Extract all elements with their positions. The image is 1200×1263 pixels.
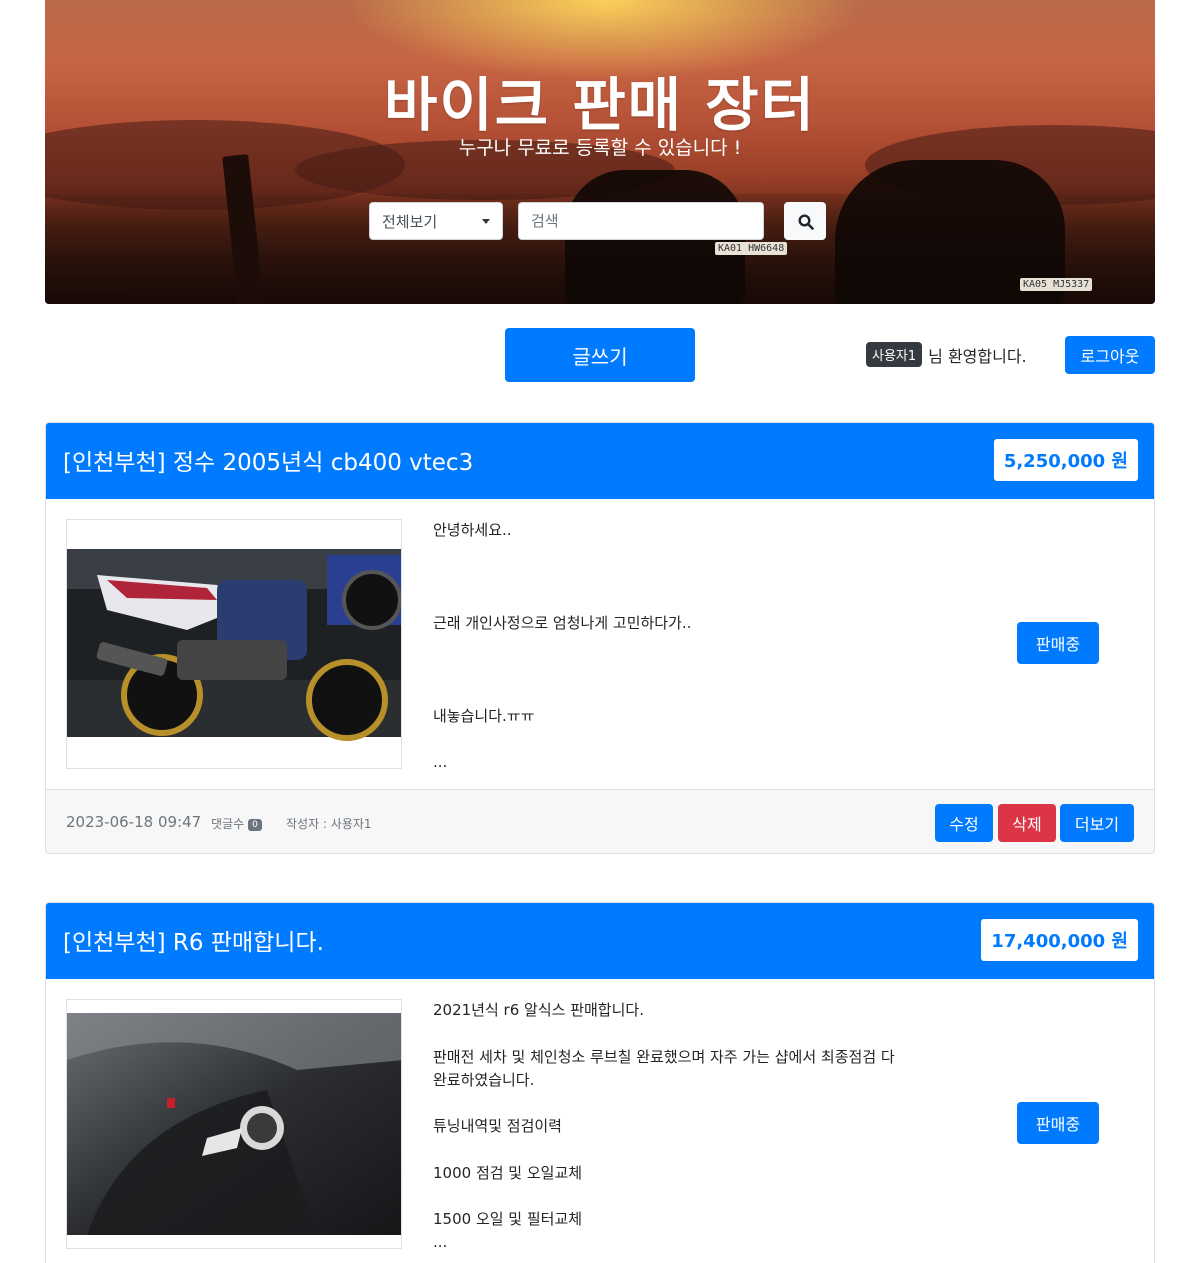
post-thumbnail[interactable] <box>66 519 402 769</box>
desc-line: 내놓습니다.ㅠㅠ <box>433 707 535 725</box>
motorcycle-photo <box>67 549 401 741</box>
price-badge: 5,250,000 원 <box>993 439 1138 481</box>
desc-line: 안녕하세요.. <box>433 521 512 539</box>
post-thumbnail[interactable] <box>66 999 402 1249</box>
delete-button[interactable]: 삭제 <box>998 804 1056 842</box>
desc-line: ... <box>433 1233 448 1251</box>
search-icon <box>798 214 814 230</box>
edit-button[interactable]: 수정 <box>935 804 993 842</box>
chevron-down-icon <box>482 219 490 224</box>
category-select-value: 전체보기 <box>382 213 438 231</box>
user-greeting: 사용자1 님 환영합니다. <box>866 342 1027 367</box>
desc-line: 튜닝내역및 점검이력 <box>433 1117 562 1135</box>
hero-banner: KA01 HW6648 KA05 MJ5337 바이크 판매 장터 누구나 무료… <box>45 0 1155 304</box>
desc-line: 1000 점검 및 오일교체 <box>433 1164 583 1182</box>
desc-line: 2021년식 r6 알식스 판매합니다. <box>433 1001 644 1019</box>
hero-plate-2: KA05 MJ5337 <box>1020 278 1093 291</box>
motorcycle-photo <box>67 1013 401 1235</box>
post-header: [인천부천] R6 판매합니다. 17,400,000 원 <box>46 903 1154 979</box>
desc-line: 근래 개인사정으로 엄청나게 고민하다가.. <box>433 614 692 632</box>
write-button[interactable]: 글쓰기 <box>505 328 695 382</box>
sale-status-button[interactable]: 판매중 <box>1017 622 1099 664</box>
welcome-text: 님 환영합니다. <box>928 346 1027 366</box>
post-card: [인천부천] 정수 2005년식 cb400 vtec3 5,250,000 원… <box>45 422 1155 854</box>
post-author: 작성자 : 사용자1 <box>286 817 372 831</box>
post-header: [인천부천] 정수 2005년식 cb400 vtec3 5,250,000 원 <box>46 423 1154 499</box>
user-badge: 사용자1 <box>866 342 923 367</box>
post-title[interactable]: [인천부천] R6 판매합니다. <box>63 923 324 957</box>
post-card: [인천부천] R6 판매합니다. 17,400,000 원 2021년식 r6 … <box>45 902 1155 1263</box>
more-button[interactable]: 더보기 <box>1060 804 1134 842</box>
hero-plate-1: KA01 HW6648 <box>715 242 788 255</box>
price-badge: 17,400,000 원 <box>981 919 1138 961</box>
comment-count: 댓글수 0 <box>211 815 262 832</box>
post-footer: 2023-06-18 09:47 댓글수 0 작성자 : 사용자1 수정 삭제 더… <box>46 789 1154 853</box>
search-button[interactable] <box>784 202 826 240</box>
sale-status-button[interactable]: 판매중 <box>1017 1102 1099 1144</box>
search-input[interactable] <box>518 202 764 240</box>
category-select[interactable]: 전체보기 <box>369 202 503 240</box>
page-title: 바이크 판매 장터 <box>384 71 816 139</box>
desc-line: 완료하였습니다. <box>433 1071 535 1089</box>
logout-button[interactable]: 로그아웃 <box>1065 336 1155 374</box>
comment-count-label: 댓글수 <box>211 817 245 831</box>
comment-count-badge: 0 <box>248 819 262 831</box>
post-date: 2023-06-18 09:47 <box>66 813 202 831</box>
post-body: 2021년식 r6 알식스 판매합니다. 판매전 세차 및 체인청소 루브칠 완… <box>46 979 1154 1263</box>
desc-line: ... <box>433 753 448 771</box>
post-body: 안녕하세요.. 근래 개인사정으로 엄청나게 고민하다가.. 내놓습니다.ㅠㅠ … <box>46 499 1154 789</box>
page-subtitle: 누구나 무료로 등록할 수 있습니다 ! <box>458 137 742 159</box>
post-title[interactable]: [인천부천] 정수 2005년식 cb400 vtec3 <box>63 443 473 477</box>
desc-line: 1500 오일 및 필터교체 <box>433 1210 583 1228</box>
desc-line: 판매전 세차 및 체인청소 루브칠 완료했으며 자주 가는 샵에서 최종점검 다 <box>433 1048 895 1066</box>
